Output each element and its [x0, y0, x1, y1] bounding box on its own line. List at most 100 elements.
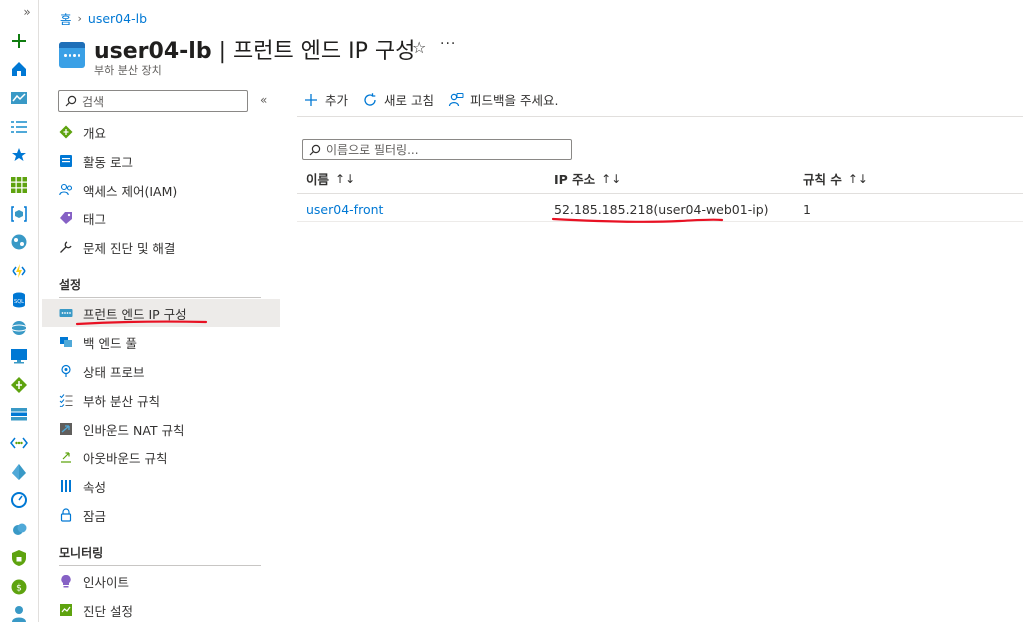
storage-accounts-icon[interactable]: [10, 405, 28, 423]
nav-item-label: 태그: [83, 211, 107, 227]
feedback-button-label: 피드백을 주세요.: [470, 93, 559, 108]
activity-log-icon: [59, 154, 73, 168]
nav-divider: [59, 297, 261, 298]
help-support-icon[interactable]: [10, 604, 28, 622]
nav-section-monitoring: 모니터링: [59, 546, 104, 560]
favorite-star-icon[interactable]: ☆: [412, 38, 426, 57]
nav-item-properties[interactable]: 속성: [42, 472, 280, 500]
resource-type: 부하 분산 장치: [94, 64, 162, 77]
sort-icon: ↑↓: [847, 171, 868, 186]
sql-database-icon[interactable]: SQL: [10, 291, 28, 309]
nav-item-label: 부하 분산 규칙: [83, 393, 160, 409]
refresh-icon: [364, 92, 376, 106]
wrench-icon: [59, 240, 73, 254]
collapse-menu-icon[interactable]: «: [260, 93, 267, 107]
nav-item-label: 아웃바운드 규칙: [83, 450, 168, 466]
column-header-label: 이름: [306, 172, 330, 187]
filter-by-name-input[interactable]: 이름으로 필터링...: [302, 139, 572, 160]
nav-item-label: 문제 진단 및 해결: [83, 240, 176, 256]
health-probe-icon: [59, 364, 73, 378]
feedback-button[interactable]: 피드백을 주세요.: [448, 90, 558, 109]
page-title: user04-lb | 프런트 엔드 IP 구성: [94, 33, 415, 65]
favorites-icon[interactable]: [10, 146, 28, 164]
nav-item-label: 활동 로그: [83, 154, 133, 170]
nav-item-label: 진단 설정: [83, 603, 133, 619]
breadcrumb: 홈 › user04-lb: [60, 9, 147, 28]
chevron-right-icon: ›: [77, 12, 82, 25]
advisor-icon[interactable]: [10, 520, 28, 538]
add-button[interactable]: 추가: [303, 90, 348, 109]
resource-groups-icon[interactable]: [10, 205, 28, 223]
nav-item-label: 잠금: [83, 508, 107, 524]
nav-item-insights[interactable]: 인사이트: [42, 567, 280, 595]
add-button-label: 추가: [325, 93, 349, 108]
create-resource-icon[interactable]: [10, 32, 28, 50]
svg-text:SQL: SQL: [14, 299, 24, 305]
all-resources-icon[interactable]: [10, 176, 28, 194]
sort-icon: ↑↓: [335, 171, 356, 186]
column-header-name[interactable]: 이름 ↑↓: [306, 169, 355, 188]
blade-name: | 프런트 엔드 IP 구성: [218, 39, 416, 64]
frontend-ip-icon: [59, 306, 73, 320]
nav-item-label: 백 엔드 풀: [83, 335, 137, 351]
overview-icon: [59, 125, 73, 139]
function-app-icon[interactable]: [10, 262, 28, 280]
diagnostic-settings-icon: [59, 603, 73, 617]
nav-item-diagnose-solve[interactable]: 문제 진단 및 해결: [42, 233, 280, 261]
monitor-icon[interactable]: [10, 491, 28, 509]
nav-item-tags[interactable]: 태그: [42, 204, 280, 232]
cost-management-icon[interactable]: $: [10, 578, 28, 596]
command-bar: 추가 새로 고침 피드백을 주세요.: [303, 90, 572, 109]
azure-ad-icon[interactable]: [10, 463, 28, 481]
menu-search-placeholder: 검색: [82, 94, 105, 109]
security-center-icon[interactable]: [10, 549, 28, 567]
resource-name: user04-lb: [94, 39, 212, 64]
breadcrumb-resource[interactable]: user04-lb: [88, 11, 147, 26]
azure-portal: » SQL $ 홈 › user04-lb user04-lb | 프런트 엔드…: [0, 0, 1023, 622]
nav-item-overview[interactable]: 개요: [42, 118, 280, 146]
app-services-icon[interactable]: [10, 233, 28, 251]
nav-item-label: 속성: [83, 479, 107, 495]
nav-item-label: 상태 프로브: [83, 364, 145, 380]
nav-item-locks[interactable]: 잠금: [42, 501, 280, 529]
refresh-button[interactable]: 새로 고침: [362, 90, 434, 109]
backend-pool-icon: [59, 335, 73, 349]
nav-item-outbound-rules[interactable]: 아웃바운드 규칙: [42, 443, 280, 471]
table-header-divider: [297, 193, 1023, 194]
virtual-machines-icon[interactable]: [10, 347, 28, 365]
nav-item-backend-pools[interactable]: 백 엔드 풀: [42, 328, 280, 356]
nav-item-lb-rules[interactable]: 부하 분산 규칙: [42, 386, 280, 414]
expand-rail-icon[interactable]: »: [22, 3, 32, 21]
iam-icon: [59, 183, 73, 197]
command-bar-divider: [297, 116, 1023, 117]
load-balancers-icon[interactable]: [10, 376, 28, 394]
virtual-networks-icon[interactable]: [10, 434, 28, 452]
nav-item-diagnostic-settings[interactable]: 진단 설정: [42, 596, 280, 622]
refresh-button-label: 새로 고침: [384, 93, 434, 108]
column-header-ip[interactable]: IP 주소 ↑↓: [554, 169, 621, 188]
column-header-rules[interactable]: 규칙 수 ↑↓: [803, 169, 868, 188]
nav-item-inbound-nat[interactable]: 인바운드 NAT 규칙: [42, 415, 280, 443]
outbound-rules-icon: [59, 450, 73, 464]
filter-placeholder: 이름으로 필터링...: [326, 143, 419, 157]
nav-item-label: 개요: [83, 125, 107, 141]
more-options-icon[interactable]: ···: [440, 36, 456, 52]
dashboard-icon[interactable]: [10, 89, 28, 107]
cosmos-db-icon[interactable]: [10, 319, 28, 337]
tag-icon: [59, 211, 73, 225]
home-icon[interactable]: [10, 60, 28, 78]
row-name-link[interactable]: user04-front: [306, 202, 383, 217]
column-header-label: IP 주소: [554, 172, 596, 187]
nav-item-activity-log[interactable]: 활동 로그: [42, 147, 280, 175]
nav-section-settings: 설정: [59, 278, 82, 292]
nav-item-health-probes[interactable]: 상태 프로브: [42, 357, 280, 385]
nav-item-iam[interactable]: 액세스 제어(IAM): [42, 176, 280, 204]
search-icon: [65, 95, 77, 107]
menu-search-input[interactable]: 검색: [58, 90, 248, 112]
inbound-nat-icon: [59, 422, 73, 436]
feedback-icon: [448, 92, 464, 106]
svg-text:$: $: [16, 584, 22, 594]
column-header-label: 규칙 수: [803, 172, 842, 187]
all-services-icon[interactable]: [10, 118, 28, 136]
breadcrumb-home[interactable]: 홈: [60, 9, 72, 28]
